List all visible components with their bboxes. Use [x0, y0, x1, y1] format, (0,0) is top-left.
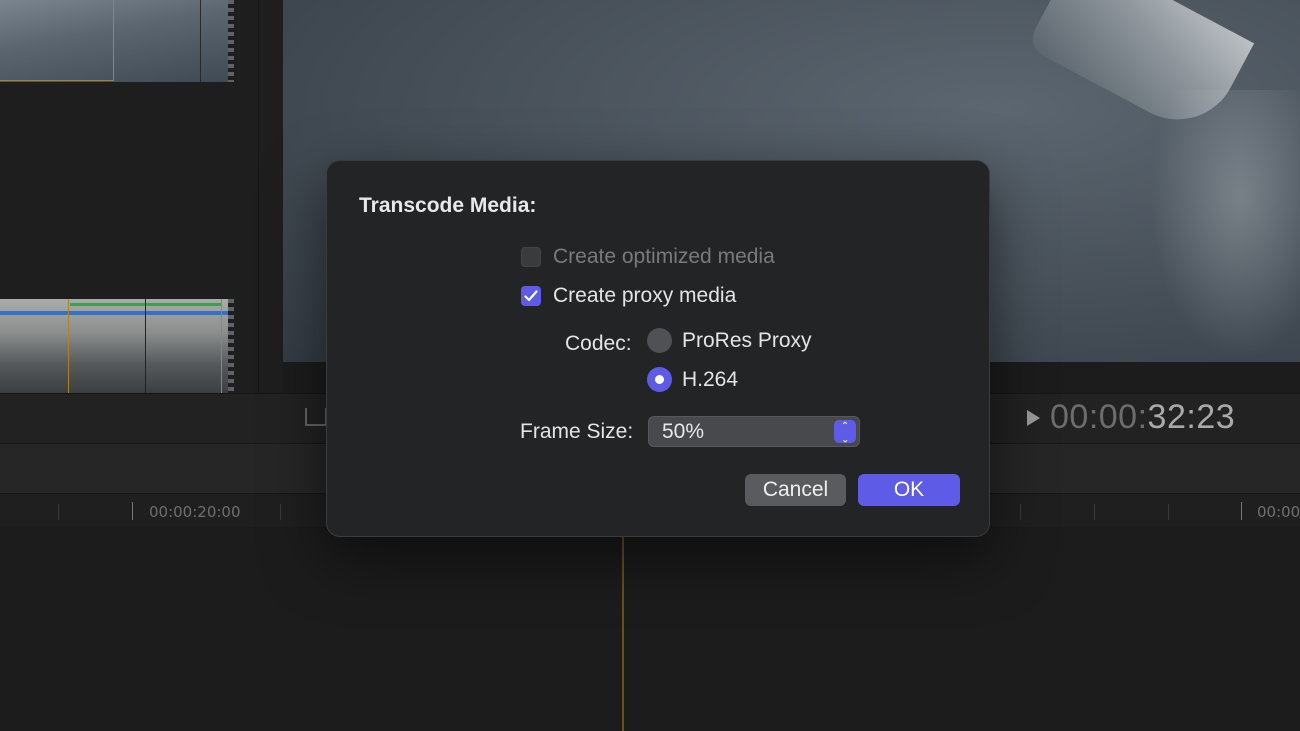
proxy-media-option[interactable]: Create proxy media — [521, 284, 736, 308]
optimized-media-option: Create optimized media — [521, 245, 775, 269]
panel-divider — [258, 0, 259, 393]
range-end-marker — [221, 299, 222, 393]
clip-selection-outline — [0, 0, 114, 81]
filmstrip-edge — [228, 0, 234, 82]
clip-thumbnail[interactable] — [0, 299, 232, 393]
codec-option-label[interactable]: ProRes Proxy — [682, 329, 812, 353]
ruler-tick — [58, 504, 59, 520]
timecode-dim: 00:00: — [1050, 398, 1148, 436]
transcode-media-dialog: Transcode Media: Create optimized media … — [326, 160, 990, 537]
range-start-marker — [68, 299, 69, 393]
ruler-label: 00:00 — [1257, 503, 1300, 521]
ruler-tick — [1168, 504, 1169, 520]
filmstrip-divider — [200, 0, 201, 82]
timecode-display: 00:00:32:23 — [1050, 398, 1235, 437]
skimmer-line — [145, 299, 146, 393]
frame-size-popup[interactable]: 50% ⌃ ⌃ — [648, 416, 860, 447]
playhead[interactable] — [622, 527, 624, 731]
ruler-tick-major — [132, 502, 133, 520]
analysis-bar — [0, 311, 232, 315]
optimized-media-checkbox — [521, 247, 541, 267]
ruler-tick — [280, 504, 281, 520]
ok-button[interactable]: OK — [858, 474, 960, 506]
timeline[interactable] — [0, 527, 1300, 731]
codec-option-h264[interactable]: H.264 — [647, 367, 738, 392]
frame-size-label: Frame Size: — [520, 420, 634, 443]
codec-label: Codec: — [565, 332, 632, 355]
ruler-tick-major — [1241, 502, 1242, 520]
optimized-media-label: Create optimized media — [553, 245, 775, 268]
checkmark-icon — [524, 290, 538, 302]
codec-radio-h264[interactable] — [647, 367, 672, 392]
ruler-label: 00:00:20:00 — [149, 503, 241, 521]
dialog-title: Transcode Media: — [359, 194, 537, 217]
stepper-icon: ⌃ ⌃ — [834, 420, 856, 443]
keyword-bar — [70, 303, 222, 306]
play-icon[interactable] — [1027, 410, 1040, 426]
timecode-value: 32:23 — [1147, 398, 1236, 436]
clip-thumbnail[interactable] — [0, 0, 232, 82]
ruler-tick — [1094, 504, 1095, 520]
video-frame-water — [1150, 90, 1300, 360]
event-browser — [0, 0, 283, 393]
cancel-button[interactable]: Cancel — [745, 474, 846, 506]
viewer-options-icon[interactable] — [305, 408, 327, 426]
codec-option-label[interactable]: H.264 — [682, 368, 738, 392]
frame-size-value: 50% — [662, 420, 705, 443]
proxy-media-checkbox[interactable] — [521, 286, 541, 306]
proxy-media-label[interactable]: Create proxy media — [553, 284, 736, 308]
ruler-tick — [1020, 504, 1021, 520]
filmstrip-edge — [228, 299, 234, 393]
codec-radio-prores-proxy[interactable] — [647, 328, 672, 353]
codec-option-prores-proxy[interactable]: ProRes Proxy — [647, 328, 812, 353]
radio-dot-icon — [655, 375, 664, 384]
